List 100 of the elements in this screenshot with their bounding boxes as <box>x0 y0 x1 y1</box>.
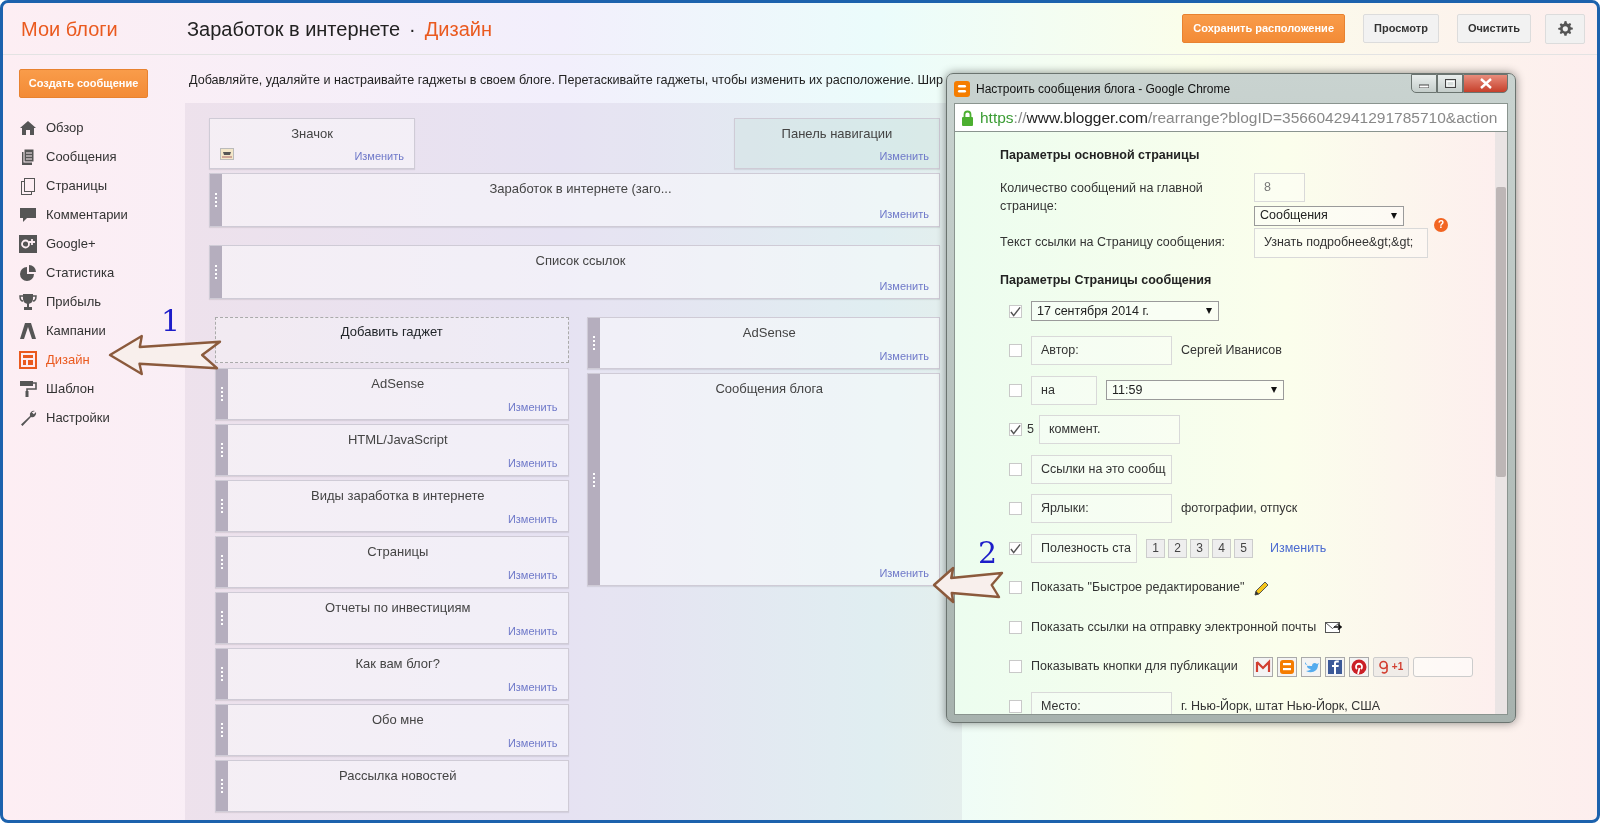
sidebar-item[interactable]: Настройки <box>19 403 110 432</box>
toolbar-button[interactable]: Очистить <box>1456 14 1531 43</box>
drag-handle[interactable] <box>216 425 228 475</box>
gadget-title: Сообщения блога <box>715 380 824 398</box>
section-heading: Параметры Страницы сообщения <box>1000 271 1213 289</box>
unit-dropdown[interactable]: Сообщения <box>1254 205 1404 226</box>
drag-handle[interactable] <box>587 318 600 368</box>
description-text: Добавляйте, удаляйте и настраивайте гаджеты в своем блоге. Перетаскивайте гаджеты, чтобы изменить их расположение. Шир <box>189 73 943 87</box>
rating-option[interactable]: 1 <box>1146 538 1165 558</box>
sidebar-item[interactable]: Кампании <box>19 316 106 345</box>
text-input[interactable]: Ярлыки: <box>1031 494 1172 524</box>
drag-handle[interactable] <box>216 481 228 531</box>
gadget-title: Рассылка новостей <box>339 767 457 785</box>
sidebar-item[interactable]: Шаблон <box>19 374 95 403</box>
drag-handle[interactable] <box>216 593 228 643</box>
caret-icon <box>1206 308 1212 315</box>
gadget-title: Значок <box>291 125 333 143</box>
drag-handle[interactable] <box>216 369 228 419</box>
gadget-card[interactable]: Значок Изменить <box>209 118 415 169</box>
rating-option[interactable]: 4 <box>1212 538 1231 558</box>
edit-link[interactable]: Изменить <box>507 398 558 415</box>
gadget-card[interactable]: Страницы Изменить <box>215 536 569 588</box>
toolbar-button[interactable]: Просмотр <box>1363 14 1439 43</box>
drag-handle[interactable] <box>216 537 228 587</box>
edit-link[interactable]: Изменить <box>507 734 558 751</box>
gadget-card[interactable]: Рассылка новостей <box>215 760 569 812</box>
drag-handle[interactable] <box>587 374 600 585</box>
settings-button[interactable] <box>1545 13 1585 44</box>
edit-link[interactable]: Изменить <box>879 564 929 581</box>
plus-one-button[interactable]: +1 <box>1372 656 1410 677</box>
close-button[interactable] <box>1463 74 1508 93</box>
text-input[interactable]: на <box>1031 375 1097 405</box>
text-input[interactable]: Автор: <box>1031 336 1172 366</box>
rating-option[interactable]: 5 <box>1234 538 1253 558</box>
count-bubble <box>1413 656 1474 677</box>
drag-handle[interactable] <box>216 705 228 755</box>
rating-option[interactable]: 3 <box>1190 538 1209 558</box>
drag-handle[interactable] <box>210 246 222 298</box>
gadget-card[interactable]: Отчеты по инвестициям Изменить <box>215 592 569 644</box>
edit-link[interactable]: Изменить <box>507 622 558 639</box>
gadget-title: Отчеты по инвестициям <box>325 599 471 617</box>
rating-option[interactable]: 2 <box>1168 538 1187 558</box>
sidebar-item[interactable]: Прибыль <box>19 287 101 316</box>
gadget-card[interactable]: HTML/JavaScript Изменить <box>215 424 569 476</box>
option-label: Показать ссылки на отправку электронной почты <box>1031 618 1317 636</box>
gadget-card[interactable]: AdSense Изменить <box>586 317 940 369</box>
sidebar-item[interactable]: Обзор <box>19 113 84 142</box>
edit-link[interactable]: Изменить <box>507 510 558 527</box>
comment-icon <box>19 205 37 224</box>
google-plus-icon <box>19 234 37 253</box>
edit-link[interactable]: Изменить <box>507 454 558 471</box>
text-input[interactable]: Ссылки на это сообщ <box>1031 454 1172 484</box>
sidebar-item[interactable]: Комментарии <box>19 200 128 229</box>
edit-link[interactable]: Изменить <box>879 347 929 364</box>
check-icon <box>1010 424 1021 436</box>
text-input[interactable]: Место: <box>1031 691 1172 714</box>
pages-icon <box>19 176 37 195</box>
scrollbar[interactable] <box>1495 132 1507 714</box>
share-button[interactable] <box>1348 656 1369 677</box>
gadget-card[interactable]: Сообщения блога Изменить <box>586 373 940 586</box>
document-icon <box>19 147 37 166</box>
drag-handle[interactable] <box>216 761 228 811</box>
sidebar-item[interactable]: Google+ <box>19 229 96 258</box>
checkbox[interactable] <box>1009 423 1022 437</box>
gadget-card[interactable]: Заработок в интернете (заго... Изменить <box>209 173 940 227</box>
dropdown[interactable]: 17 сентября 2014 г. <box>1031 301 1219 322</box>
maximize-button[interactable] <box>1437 74 1463 93</box>
drag-handle[interactable] <box>210 174 222 226</box>
gadget-title: AdSense <box>371 375 425 393</box>
sidebar-item[interactable]: Статистика <box>19 258 115 287</box>
gadget-title: Панель навигации <box>781 125 893 143</box>
gadget-card[interactable]: Виды заработка в интернете Изменить <box>215 480 569 532</box>
minimize-button[interactable] <box>1411 74 1437 93</box>
gadget-card[interactable]: Как вам блог? Изменить <box>215 648 569 700</box>
edit-link[interactable]: Изменить <box>507 566 558 583</box>
share-button[interactable] <box>1324 656 1345 677</box>
text-input[interactable]: Полезность ста <box>1031 533 1137 563</box>
sidebar-item[interactable]: Страницы <box>19 171 108 200</box>
add-gadget-link[interactable]: Добавить гаджет <box>340 322 443 339</box>
maximize-icon <box>1444 79 1456 88</box>
gadget-card[interactable]: Панель навигации Изменить <box>734 118 940 169</box>
check-icon <box>1010 542 1021 554</box>
edit-link[interactable]: Изменить <box>507 678 558 695</box>
wrench-icon <box>19 408 37 427</box>
blog-share-icon <box>1277 657 1296 676</box>
address-bar[interactable]: https://www.blogger.com/rearrange?blogID=3566042941291785710&action <box>954 103 1508 132</box>
gadget-card[interactable]: Обо мне Изменить <box>215 704 569 756</box>
drag-handle[interactable] <box>216 649 228 699</box>
link-text-input[interactable]: Узнать подробнее&gt;&gt; <box>1254 227 1428 258</box>
dropdown[interactable]: 11:59 <box>1106 380 1284 401</box>
gadget-card[interactable]: Список ссылок Изменить <box>209 245 940 299</box>
edit-link[interactable]: Изменить <box>879 277 929 294</box>
edit-link[interactable]: Изменить <box>354 147 404 164</box>
share-button[interactable] <box>1252 656 1273 677</box>
edit-link[interactable]: Изменить <box>879 205 929 222</box>
text-input[interactable]: коммент. <box>1038 415 1180 445</box>
gadget-card[interactable]: AdSense Изменить <box>215 368 569 420</box>
edit-link[interactable]: Изменить <box>1270 538 1327 558</box>
sidebar-item[interactable]: Сообщения <box>19 142 117 171</box>
count-input[interactable]: 8 <box>1254 172 1305 202</box>
